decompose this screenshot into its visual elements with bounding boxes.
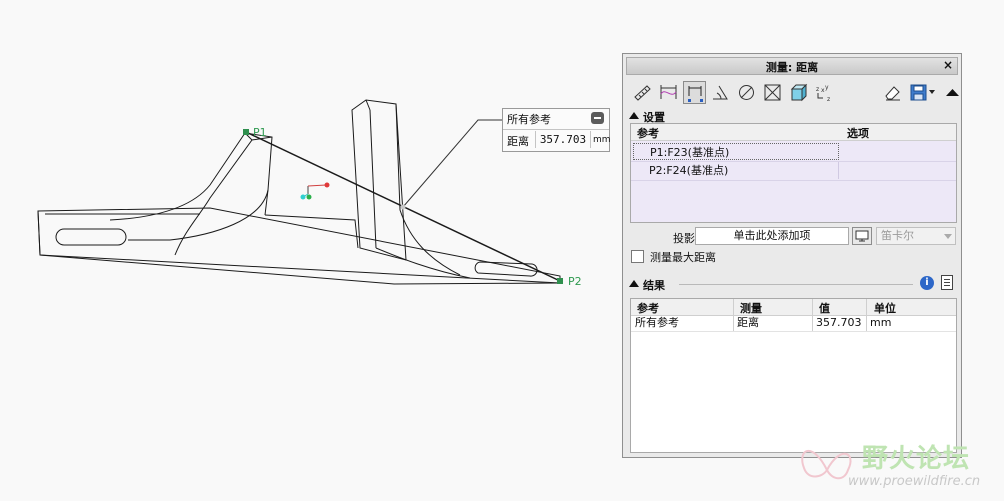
eraser-icon[interactable] (881, 81, 904, 104)
results-header: 参考 测量 值 单位 (631, 299, 956, 316)
distance-icon[interactable] (683, 81, 706, 104)
reference-row[interactable]: P1:F23(基准点) (631, 143, 956, 162)
callout-collapse-button[interactable] (591, 112, 604, 124)
col-header-reference: 参考 (637, 302, 659, 315)
close-icon[interactable]: × (943, 58, 953, 72)
area-icon[interactable] (761, 81, 784, 104)
coord-system-select[interactable]: 笛卡尔 (876, 227, 956, 245)
diameter-icon[interactable] (735, 81, 758, 104)
p2-marker[interactable] (557, 278, 563, 284)
measure-dialog: 测量: 距离 × yzxz 设置 参考 选项 P1:F23(基准点) P2:F2… (622, 53, 962, 458)
transform-icon[interactable]: yzxz (813, 81, 836, 104)
collapse-arrow-icon[interactable] (629, 112, 639, 119)
projection-collector[interactable]: 单击此处添加项 (695, 227, 849, 245)
midpoint-marker (400, 204, 406, 210)
svg-text:y: y (825, 84, 829, 91)
dialog-title: 测量: 距离 (765, 61, 819, 74)
callout-label: 距离 (507, 135, 529, 148)
distance-callout[interactable]: 所有参考 距离 357.703 mm (502, 108, 611, 152)
collapse-arrow-icon[interactable] (629, 280, 639, 287)
volume-icon[interactable] (787, 81, 810, 104)
svg-text:z: z (816, 86, 819, 93)
settings-section-header[interactable]: 设置 (629, 109, 957, 124)
angle-icon[interactable] (709, 81, 732, 104)
collapse-toolbar-icon[interactable] (941, 81, 964, 104)
svg-text:z: z (827, 96, 830, 102)
results-section-header[interactable]: 结果 (629, 277, 957, 292)
reference-row[interactable]: P2:F24(基准点) (631, 162, 956, 181)
p2-label: P2 (568, 275, 582, 288)
col-header-reference: 参考 (637, 127, 659, 140)
callout-value: 357.703 (535, 131, 591, 148)
references-table: 参考 选项 P1:F23(基准点) P2:F24(基准点) (630, 123, 957, 223)
result-reference: 所有参考 (635, 316, 679, 329)
p1-label: P1 (253, 126, 267, 139)
info-icon[interactable]: i (920, 276, 934, 290)
col-header-measure: 测量 (740, 302, 762, 315)
report-icon[interactable] (941, 275, 953, 290)
spin-center-triad (300, 182, 330, 200)
callout-unit: mm (593, 135, 611, 145)
reference-cell: P1:F23(基准点) (633, 143, 839, 160)
result-value: 357.703 (816, 316, 862, 329)
table-row[interactable]: 所有参考 距离 357.703 mm (631, 315, 956, 332)
chevron-down-icon (944, 234, 952, 239)
col-header-value: 值 (819, 302, 830, 315)
watermark-url: www.proewildfire.cn (848, 474, 981, 489)
result-measure: 距离 (737, 316, 759, 329)
results-title: 结果 (643, 279, 665, 292)
svg-text:x: x (821, 87, 825, 94)
max-distance-label: 测量最大距离 (650, 251, 716, 264)
callout-title: 所有参考 (507, 113, 551, 126)
reference-cell: P2:F24(基准点) (633, 162, 839, 179)
coord-system-value: 笛卡尔 (881, 229, 914, 242)
max-distance-checkbox[interactable] (631, 250, 644, 263)
references-header: 参考 选项 (631, 124, 956, 141)
col-header-unit: 单位 (874, 302, 896, 315)
callout-row: 距离 357.703 mm (503, 129, 611, 151)
measure-toolbar: yzxz (629, 80, 959, 106)
result-unit: mm (870, 316, 892, 329)
p1-marker[interactable] (243, 129, 249, 135)
dialog-titlebar[interactable]: 测量: 距离 × (626, 57, 958, 75)
col-header-options: 选项 (847, 127, 869, 140)
watermark-text: 野火论坛 (862, 444, 971, 474)
monitor-icon[interactable] (852, 227, 872, 245)
ruler-icon[interactable] (631, 81, 654, 104)
watermark: 野火论坛 www.proewildfire.cn (792, 430, 997, 496)
length-icon[interactable] (657, 81, 680, 104)
save-icon[interactable] (907, 81, 935, 104)
section-divider (679, 284, 913, 285)
